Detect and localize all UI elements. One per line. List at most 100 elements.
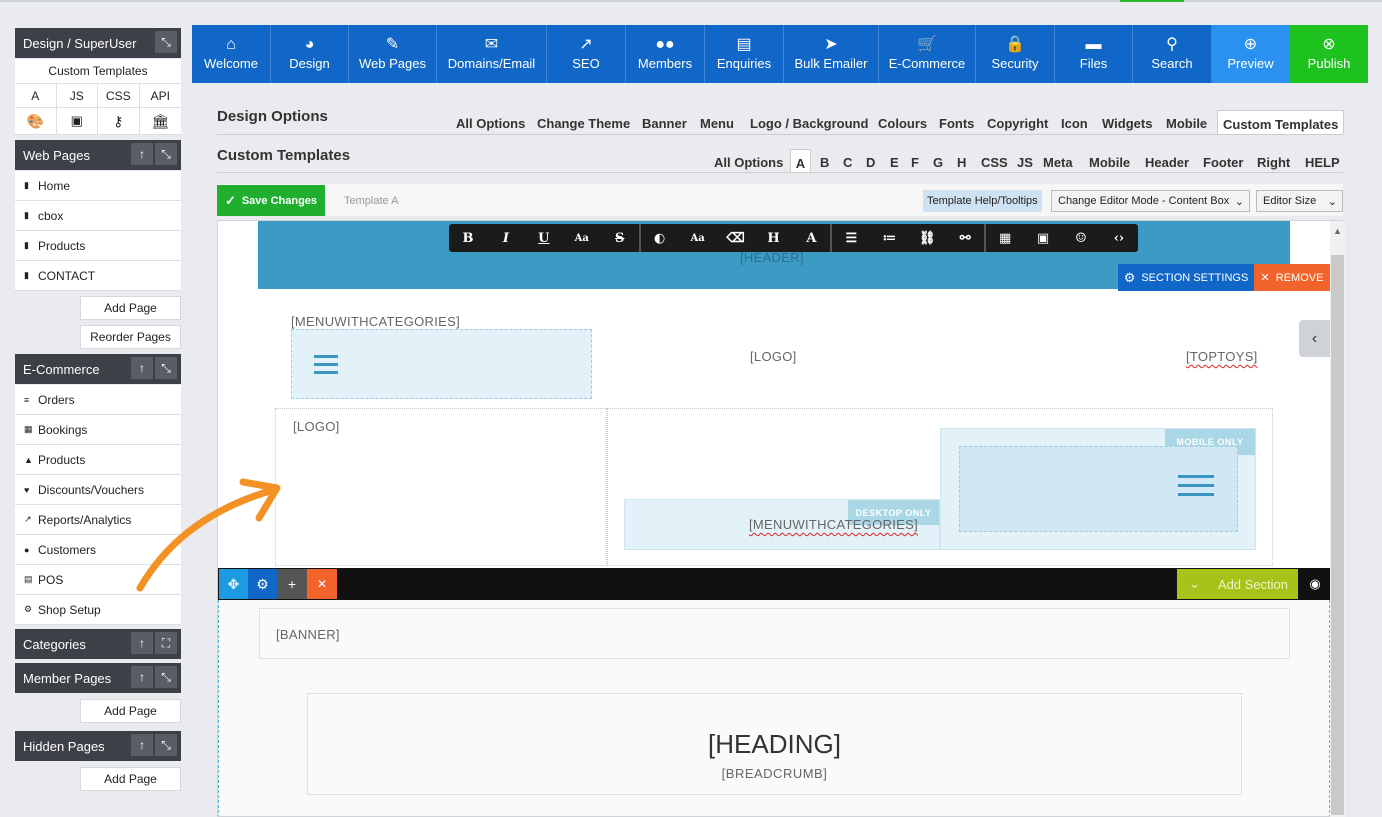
editor-mode-select[interactable]: Change Editor Mode - Content Box ⌄ bbox=[1051, 190, 1250, 212]
nav-enquiries[interactable]: ▤ Enquiries bbox=[705, 25, 784, 83]
design-superuser-header[interactable]: Design / SuperUser ⤡ bbox=[15, 28, 181, 58]
nav-preview[interactable]: ⊕ Preview bbox=[1212, 25, 1290, 83]
unlink-icon[interactable]: ⚯ bbox=[946, 224, 984, 252]
tab-colours[interactable]: Colours bbox=[878, 116, 927, 131]
collapse-icon[interactable]: ⤡ bbox=[155, 357, 177, 379]
sidebar-item-cbox[interactable]: ▮ cbox bbox=[15, 201, 181, 231]
close-icon[interactable]: ✕ bbox=[307, 569, 337, 599]
id-card-icon[interactable]: ▣ bbox=[56, 108, 98, 135]
nav-seo[interactable]: ↗ SEO bbox=[547, 25, 626, 83]
reorder-pages-button[interactable]: Reorder Pages bbox=[80, 325, 181, 349]
image-icon[interactable]: ▣ bbox=[1024, 224, 1062, 252]
sidebar-item-home[interactable]: ▮ Home bbox=[15, 171, 181, 201]
sidebar-item-products[interactable]: ▮ Products bbox=[15, 231, 181, 261]
mobile-menu-placeholder[interactable] bbox=[959, 446, 1238, 532]
arrow-up-icon[interactable]: ↑ bbox=[131, 143, 153, 165]
collapse-panel-icon[interactable]: ‹ bbox=[1299, 320, 1330, 357]
underline-icon[interactable]: U bbox=[525, 224, 563, 252]
tab-copyright[interactable]: Copyright bbox=[987, 116, 1048, 131]
list-icon[interactable]: ≔ bbox=[870, 224, 908, 252]
nav-members[interactable]: ●● Members bbox=[626, 25, 705, 83]
save-changes-button[interactable]: ✓ Save Changes bbox=[217, 185, 325, 216]
bold-icon[interactable]: B bbox=[449, 224, 487, 252]
tab-icon[interactable]: Icon bbox=[1061, 116, 1088, 131]
tab-widgets[interactable]: Widgets bbox=[1102, 116, 1152, 131]
link-icon[interactable]: ⛓ bbox=[908, 224, 946, 252]
expand-icon[interactable]: ⛶ bbox=[155, 632, 177, 654]
tab-fonts[interactable]: Fonts bbox=[939, 116, 974, 131]
bank-icon[interactable]: 🏛 bbox=[139, 108, 181, 135]
code-icon[interactable]: ‹› bbox=[1100, 224, 1138, 252]
ct-tab-meta[interactable]: Meta bbox=[1043, 155, 1073, 170]
tab-api[interactable]: API bbox=[139, 84, 181, 108]
member-pages-header[interactable]: Member Pages ↑ ⤡ bbox=[15, 663, 181, 693]
ct-tab-h[interactable]: H bbox=[957, 155, 966, 170]
nav-web-pages[interactable]: ✎ Web Pages bbox=[349, 25, 437, 83]
arrow-up-icon[interactable]: ↑ bbox=[131, 632, 153, 654]
ct-tab-right[interactable]: Right bbox=[1257, 155, 1290, 170]
tab-js[interactable]: JS bbox=[56, 84, 98, 108]
ct-tab-help[interactable]: HELP bbox=[1305, 155, 1340, 170]
section-settings-button[interactable]: ⚙ SECTION SETTINGS bbox=[1118, 264, 1254, 291]
ct-tab-e[interactable]: E bbox=[890, 155, 899, 170]
nav-welcome[interactable]: ⌂ Welcome bbox=[192, 25, 271, 83]
collapse-icon[interactable]: ⤡ bbox=[155, 734, 177, 756]
nav-bulk-emailer[interactable]: ➤ Bulk Emailer bbox=[784, 25, 879, 83]
collapse-icon[interactable]: ⤡ bbox=[155, 143, 177, 165]
key-icon[interactable]: ⚷ bbox=[98, 108, 140, 135]
add-section-button[interactable]: ⌄ Add Section bbox=[1177, 569, 1298, 599]
tab-logo-background[interactable]: Logo / Background bbox=[750, 116, 868, 131]
editor-scrollbar[interactable]: ▲ bbox=[1330, 221, 1345, 817]
ct-tab-header[interactable]: Header bbox=[1145, 155, 1189, 170]
tab-mobile[interactable]: Mobile bbox=[1166, 116, 1207, 131]
tab-custom-templates[interactable]: Custom Templates bbox=[1217, 110, 1345, 135]
emoji-icon[interactable]: ☺ bbox=[1062, 224, 1100, 252]
heading-icon[interactable]: H bbox=[755, 224, 793, 252]
template-help-button[interactable]: Template Help/Tooltips bbox=[923, 190, 1042, 212]
tab-menu[interactable]: Menu bbox=[700, 116, 734, 131]
ct-tab-d[interactable]: D bbox=[866, 155, 875, 170]
align-icon[interactable]: ☰ bbox=[832, 224, 870, 252]
ct-tab-f[interactable]: F bbox=[911, 155, 919, 170]
arrow-up-icon[interactable]: ↑ bbox=[131, 357, 153, 379]
nav-design[interactable]: ◕ Design bbox=[271, 25, 349, 83]
tab-change-theme[interactable]: Change Theme bbox=[537, 116, 630, 131]
contrast-icon[interactable]: ◐ bbox=[641, 224, 679, 252]
tab-a[interactable]: A bbox=[15, 84, 57, 108]
tab-css[interactable]: CSS bbox=[98, 84, 140, 108]
arrow-up-icon[interactable]: ↑ bbox=[131, 734, 153, 756]
sidebar-item-bookings[interactable]: ▦ Bookings bbox=[15, 415, 181, 445]
strikethrough-icon[interactable]: S bbox=[601, 224, 639, 252]
hidden-add-page-button[interactable]: Add Page bbox=[80, 767, 181, 791]
ct-tab-js[interactable]: JS bbox=[1017, 155, 1033, 170]
eraser-icon[interactable]: ⌫ bbox=[717, 224, 755, 252]
ecommerce-header[interactable]: E-Commerce ↑ ⤡ bbox=[15, 354, 181, 384]
font-size-icon[interactable]: Aa bbox=[563, 224, 601, 252]
remove-button[interactable]: ✕ REMOVE bbox=[1254, 264, 1330, 291]
nav-files[interactable]: ▬ Files bbox=[1055, 25, 1133, 83]
ct-tab-a[interactable]: A bbox=[790, 149, 811, 173]
scroll-up-icon[interactable]: ▲ bbox=[1333, 226, 1342, 236]
member-add-page-button[interactable]: Add Page bbox=[80, 699, 181, 723]
arrow-up-icon[interactable]: ↑ bbox=[131, 666, 153, 688]
nav-security[interactable]: 🔒 Security bbox=[976, 25, 1055, 83]
table-icon[interactable]: ▦ bbox=[986, 224, 1024, 252]
ct-tab-footer[interactable]: Footer bbox=[1203, 155, 1243, 170]
nav-ecommerce[interactable]: 🛒 E-Commerce bbox=[879, 25, 976, 83]
ct-tab-mobile[interactable]: Mobile bbox=[1089, 155, 1130, 170]
palette-icon[interactable]: 🎨 bbox=[15, 108, 57, 135]
custom-templates-link[interactable]: Custom Templates bbox=[15, 59, 181, 84]
menu-placeholder[interactable] bbox=[291, 329, 592, 399]
sidebar-item-orders[interactable]: ≡ Orders bbox=[15, 385, 181, 415]
text-size-icon[interactable]: Aa bbox=[679, 224, 717, 252]
ct-tab-css[interactable]: CSS bbox=[981, 155, 1008, 170]
tab-banner[interactable]: Banner bbox=[642, 116, 687, 131]
nav-search[interactable]: ⚲ Search bbox=[1133, 25, 1212, 83]
editor-size-select[interactable]: Editor Size ⌄ bbox=[1256, 190, 1343, 212]
add-page-button[interactable]: Add Page bbox=[80, 296, 181, 320]
categories-header[interactable]: Categories ↑ ⛶ bbox=[15, 629, 181, 659]
web-pages-header[interactable]: Web Pages ↑ ⤡ bbox=[15, 140, 181, 170]
sidebar-item-contact[interactable]: ▮ CONTACT bbox=[15, 261, 181, 291]
ct-tab-b[interactable]: B bbox=[820, 155, 829, 170]
collapse-icon[interactable]: ⤡ bbox=[155, 31, 177, 53]
